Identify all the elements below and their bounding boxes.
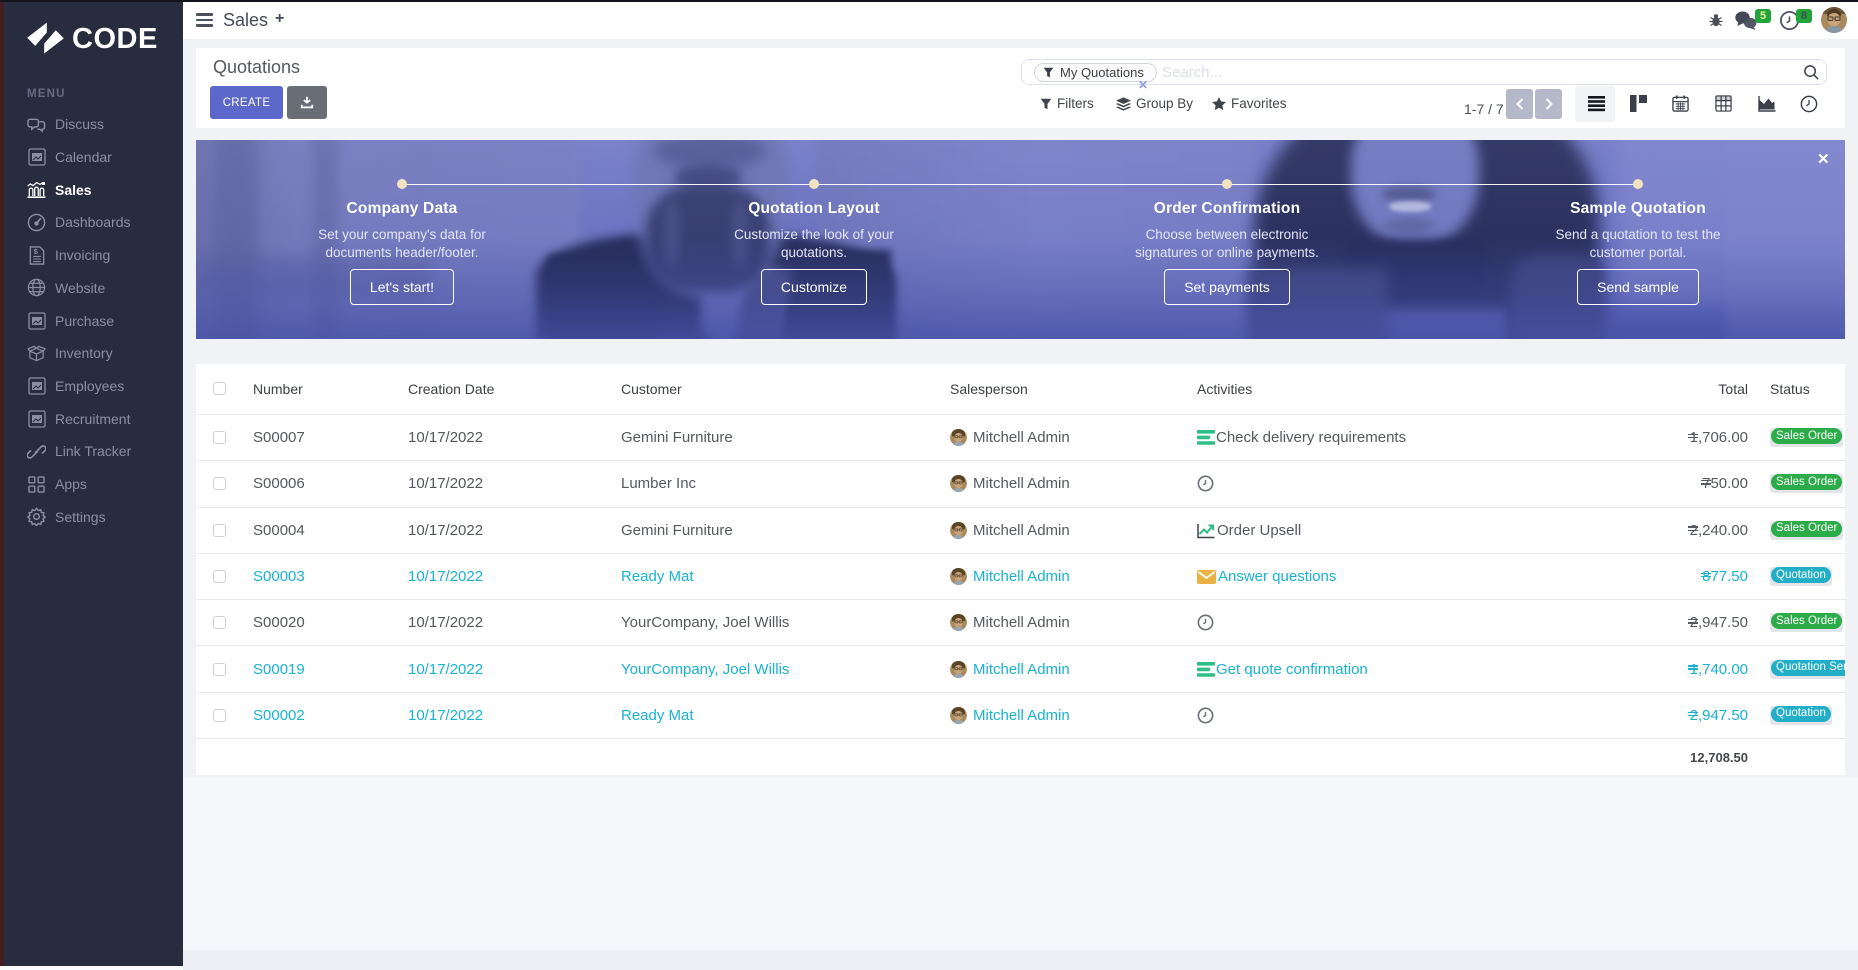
svg-text:CODE: CODE	[72, 23, 158, 55]
svg-text:$: $	[33, 247, 38, 256]
